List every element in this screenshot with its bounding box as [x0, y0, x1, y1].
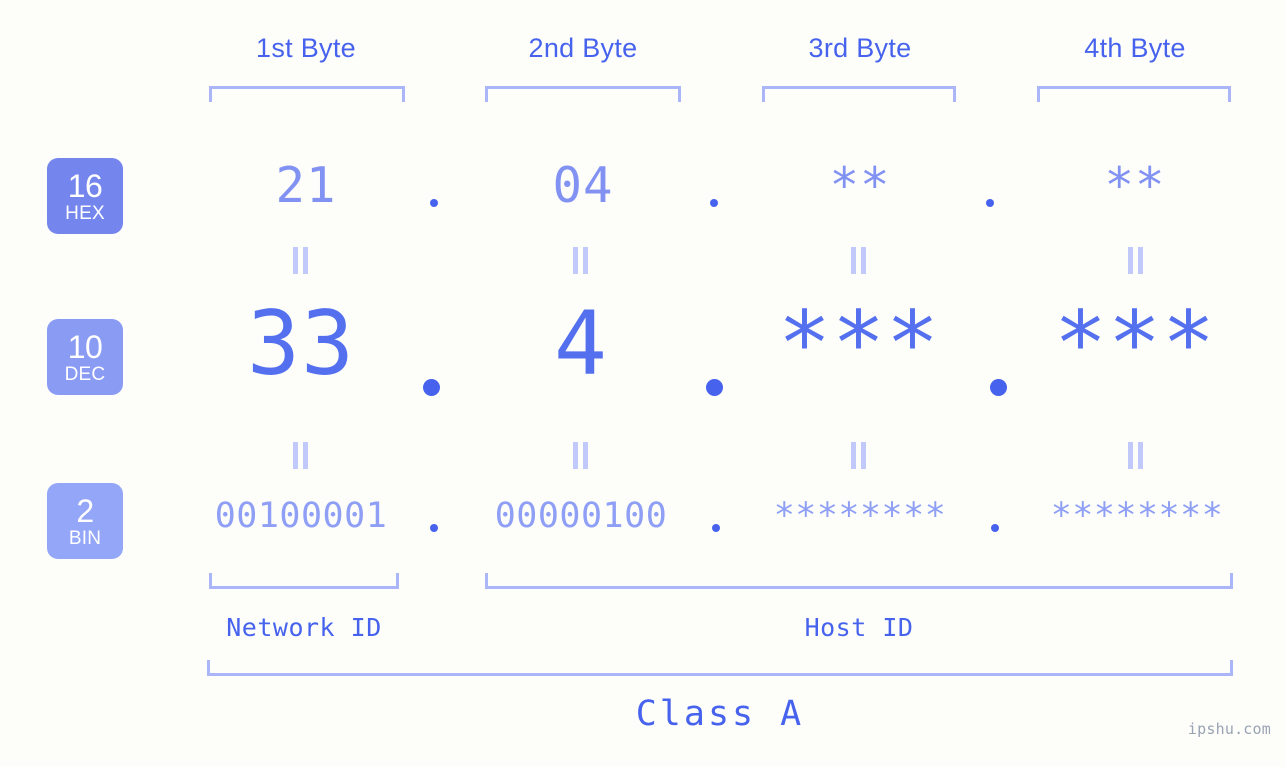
hex-byte-3: **	[829, 157, 891, 214]
byte-header-1: 1st Byte	[256, 33, 356, 63]
hex-separator-1	[430, 199, 438, 207]
base-badge-dec-label: DEC	[64, 363, 106, 385]
class-label: Class A	[635, 694, 805, 734]
hex-separator-3	[986, 199, 994, 207]
bin-byte-4: ********	[1050, 496, 1224, 536]
dec-separator-2	[706, 379, 723, 396]
base-badge-hex: 16 HEX	[47, 158, 123, 234]
equals-mark-dec-bin-2	[573, 442, 589, 469]
site-watermark: ipshu.com	[1187, 720, 1271, 738]
equals-mark-hex-dec-1	[293, 247, 309, 274]
dec-separator-3	[990, 379, 1007, 396]
network-id-bracket	[209, 573, 399, 589]
base-badge-bin-label: BIN	[68, 527, 102, 549]
hex-byte-2: 04	[552, 157, 614, 214]
bin-separator-1	[430, 524, 438, 532]
byte-bracket-4	[1037, 86, 1231, 102]
dec-byte-3: ***	[778, 292, 940, 395]
byte-bracket-1	[209, 86, 405, 102]
dec-byte-4: ***	[1054, 292, 1216, 395]
byte-header-4: 4th Byte	[1084, 33, 1186, 63]
equals-mark-dec-bin-1	[293, 442, 309, 469]
hex-byte-1: 21	[275, 157, 337, 214]
base-badge-hex-label: HEX	[65, 202, 105, 224]
bin-byte-1: 00100001	[214, 496, 388, 536]
byte-header-3: 3rd Byte	[808, 33, 912, 63]
hex-byte-4: **	[1104, 157, 1166, 214]
dec-separator-1	[423, 379, 440, 396]
base-badge-dec-number: 10	[67, 328, 103, 365]
dec-byte-2: 4	[554, 292, 608, 395]
class-bracket	[207, 660, 1233, 676]
base-badge-bin-number: 2	[76, 492, 94, 529]
host-id-bracket	[485, 573, 1233, 589]
equals-mark-hex-dec-4	[1128, 247, 1144, 274]
bin-separator-3	[991, 524, 999, 532]
hex-separator-2	[710, 199, 718, 207]
equals-mark-dec-bin-4	[1128, 442, 1144, 469]
byte-bracket-2	[485, 86, 681, 102]
byte-header-2: 2nd Byte	[528, 33, 638, 63]
network-id-label: Network ID	[226, 613, 382, 642]
base-badge-dec: 10 DEC	[47, 319, 123, 395]
equals-mark-hex-dec-2	[573, 247, 589, 274]
base-badge-hex-number: 16	[67, 167, 103, 204]
byte-bracket-3	[762, 86, 956, 102]
ip-breakdown-diagram: 1st Byte 2nd Byte 3rd Byte 4th Byte 16 H…	[0, 0, 1285, 767]
bin-byte-3: ********	[773, 496, 947, 536]
dec-byte-1: 33	[247, 292, 355, 395]
base-badge-bin: 2 BIN	[47, 483, 123, 559]
bin-separator-2	[712, 524, 720, 532]
bin-byte-2: 00000100	[494, 496, 668, 536]
equals-mark-hex-dec-3	[851, 247, 867, 274]
host-id-label: Host ID	[804, 613, 914, 642]
equals-mark-dec-bin-3	[851, 442, 867, 469]
